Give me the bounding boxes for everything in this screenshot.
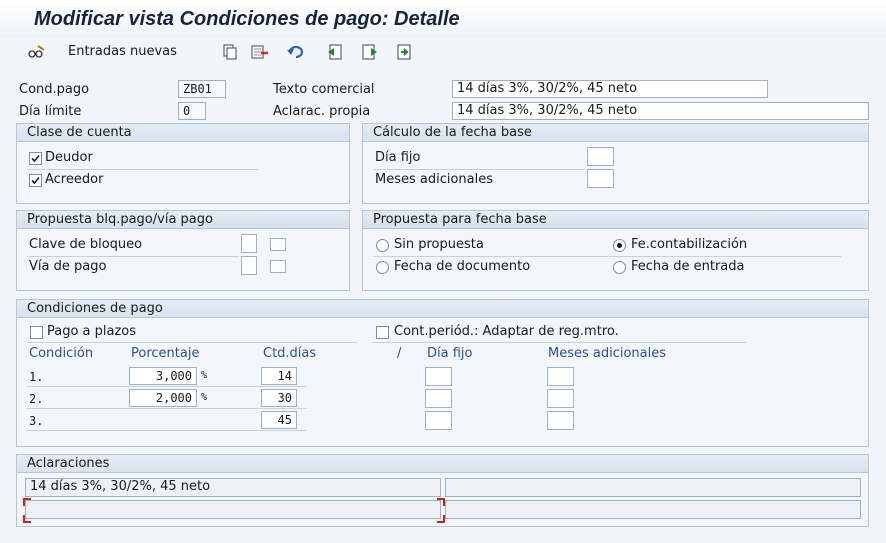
focus-corner [23,515,31,523]
col-header-dia-fijo: Día fijo [427,346,473,361]
texto-comercial-label: Texto comercial [273,82,375,97]
percent-unit: % [201,392,208,403]
sin-propuesta-label: Sin propuesta [394,237,484,252]
aclaracion-line-3[interactable] [25,500,441,519]
col-header-meses-adicionales: Meses adicionales [548,346,667,361]
via-pago-text-field[interactable] [270,260,286,273]
clave-bloqueo-text-field[interactable] [270,238,286,251]
undo-icon[interactable] [287,43,305,61]
deudor-row: Deudor [27,149,259,170]
row-number: 3. [29,414,44,428]
page-title: Modificar vista Condiciones de pago: Det… [34,8,460,30]
dia-limite-label: Día límite [19,104,82,119]
dia-fijo-field[interactable] [425,367,452,386]
cont-period-checkbox[interactable] [376,326,389,339]
group-title: Clase de cuenta [17,124,349,142]
fecha-entrada-label: Fecha de entrada [631,259,745,274]
group-title: Cálculo de la fecha base [363,124,868,142]
title-bar: Modificar vista Condiciones de pago: Det… [0,0,886,39]
dia-fijo-field[interactable] [425,411,452,430]
porcentaje-field[interactable]: 2,000 [129,389,197,407]
group-title: Propuesta blq.pago/vía pago [17,211,349,229]
group-title: Condiciones de pago [17,300,868,318]
meses-adicionales-field[interactable] [547,389,574,408]
pago-plazos-label: Pago a plazos [47,324,137,339]
condiciones-pago-group: Condiciones de pago Pago a plazos Cont.p… [16,299,869,447]
dia-fijo-field[interactable] [587,147,614,166]
col-header-slash: / [397,346,402,361]
col-header-condicion: Condición [29,346,94,361]
texto-comercial-field[interactable]: 14 días 3%, 30/2%, 45 neto [452,80,768,98]
clave-bloqueo-field[interactable] [241,234,257,253]
clave-bloqueo-row: Clave de bloqueo [27,236,239,257]
meses-adicionales-label: Meses adicionales [375,172,494,187]
meses-adicionales-field[interactable] [547,411,574,430]
focus-corner [437,498,445,506]
aclarac-propia-label: Aclarac. propia [273,104,371,119]
cond-pago-field[interactable]: ZB01 [178,80,226,98]
delete-icon[interactable] [251,43,269,61]
pago-plazos-checkbox[interactable] [30,326,43,339]
fe-contabilizacion-radio[interactable] [613,239,626,252]
aclaracion-line-4[interactable] [445,500,861,519]
radio-selected-dot [617,243,622,248]
sin-propuesta-radio[interactable] [376,239,389,252]
aclaracion-line-2[interactable] [445,478,861,497]
col-header-porcentaje: Porcentaje [131,346,200,361]
other-entry-icon[interactable] [396,43,414,61]
acreedor-label: Acreedor [45,172,104,187]
meses-adicionales-row: Meses adicionales [373,171,585,191]
ctd-dias-field[interactable]: 45 [261,411,297,429]
dia-fijo-row: Día fijo [373,149,585,170]
application-toolbar: Entradas nuevas [0,38,886,68]
porcentaje-field[interactable]: 3,000 [129,367,197,385]
new-entries-button[interactable]: Entradas nuevas [68,44,177,59]
via-pago-row: Vía de pago [27,258,239,278]
meses-adicionales-field[interactable] [587,169,614,188]
group-title: Aclaraciones [17,455,868,473]
fe-contabilizacion-label: Fe.contabilización [631,237,748,252]
deudor-label: Deudor [45,150,93,165]
group-title: Propuesta para fecha base [363,211,868,229]
cont-period-label: Cont.periód.: Adaptar de reg.mtro. [394,324,619,339]
via-pago-field[interactable] [241,256,257,275]
aclaraciones-group: Aclaraciones 14 días 3%, 30/2%, 45 neto [16,454,869,527]
focus-corner [23,498,31,506]
propuesta-fecha-base-group: Propuesta para fecha base Sin propuesta … [362,210,869,291]
dia-limite-field[interactable]: 0 [178,102,206,120]
previous-entry-icon[interactable] [326,43,344,61]
meses-adicionales-field[interactable] [547,367,574,386]
focus-corner [437,515,445,523]
fecha-entrada-radio[interactable] [613,261,626,274]
row-number: 1. [29,370,44,384]
dia-fijo-label: Día fijo [375,150,421,165]
acreedor-checkbox[interactable] [29,174,42,187]
copy-icon[interactable] [221,43,239,61]
calculo-fecha-base-group: Cálculo de la fecha base Día fijo Meses … [362,123,869,204]
aclaracion-line-1[interactable]: 14 días 3%, 30/2%, 45 neto [25,478,441,497]
propuesta-bloqueo-group: Propuesta blq.pago/vía pago Clave de blo… [16,210,350,291]
deudor-checkbox[interactable] [29,152,42,165]
ctd-dias-field[interactable]: 30 [261,389,297,407]
next-entry-icon[interactable] [361,43,379,61]
percent-unit: % [201,370,208,381]
aclarac-propia-field[interactable]: 14 días 3%, 30/2%, 45 neto [452,102,869,120]
clave-bloqueo-label: Clave de bloqueo [29,237,143,252]
ctd-dias-field[interactable]: 14 [261,367,297,385]
glasses-pencil-icon[interactable] [28,43,46,61]
via-pago-label: Vía de pago [29,259,107,274]
cond-pago-label: Cond.pago [19,82,90,97]
fecha-documento-radio[interactable] [376,261,389,274]
fecha-documento-label: Fecha de documento [394,259,531,274]
acreedor-row: Acreedor [27,171,259,191]
row-number: 2. [29,392,44,406]
dia-fijo-field[interactable] [425,389,452,408]
col-header-ctd-dias: Ctd.días [263,346,317,361]
clase-cuenta-group: Clase de cuenta Deudor Acreedor [16,123,350,204]
